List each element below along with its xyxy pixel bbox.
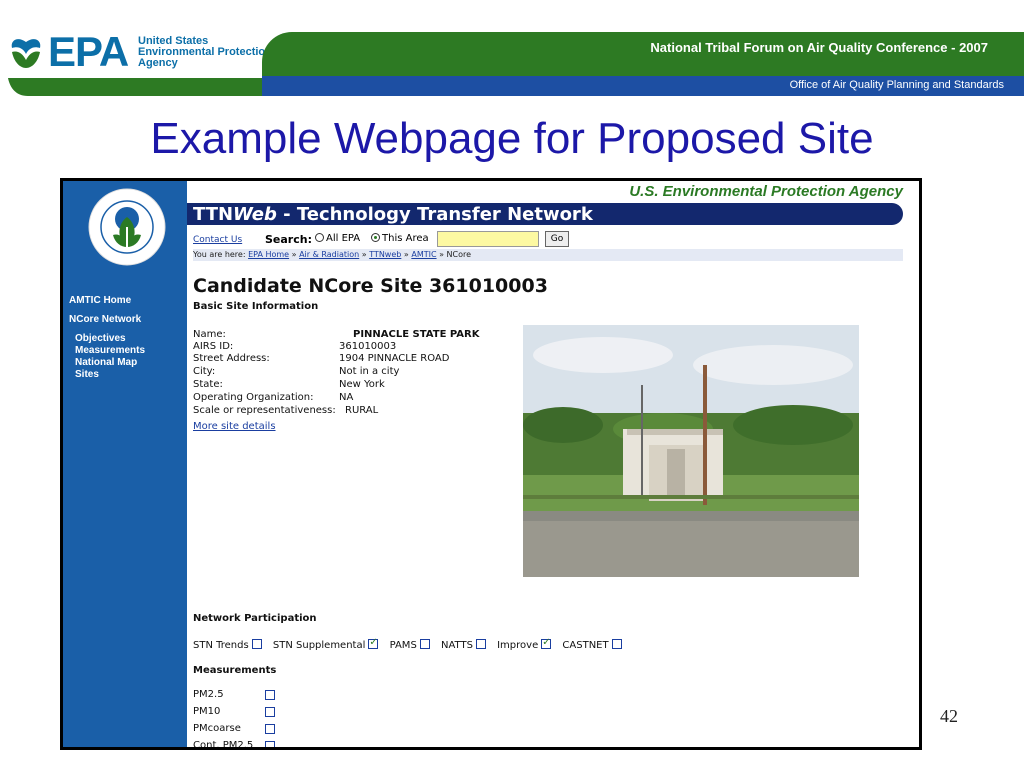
measurements-heading: Measurements bbox=[193, 665, 277, 676]
breadcrumb-amtic[interactable]: AMTIC bbox=[411, 250, 436, 259]
more-site-details-link[interactable]: More site details bbox=[193, 421, 276, 432]
header-swoosh bbox=[8, 78, 264, 96]
network-castnet-label: CASTNET bbox=[562, 640, 609, 651]
network-improve-label: Improve bbox=[497, 640, 539, 651]
value-name: PINNACLE STATE PARK bbox=[353, 329, 480, 340]
checkbox-stn-trends[interactable] bbox=[251, 639, 262, 649]
sidebar-item-measurements[interactable]: Measurements bbox=[75, 345, 145, 357]
label-name: Name: bbox=[193, 329, 226, 340]
measurement-pm10-label: PM10 bbox=[193, 706, 221, 717]
sidebar-item-national-map[interactable]: National Map bbox=[75, 357, 137, 369]
checkbox-pams[interactable] bbox=[419, 639, 430, 649]
label-street: Street Address: bbox=[193, 353, 270, 364]
checkbox-improve[interactable] bbox=[541, 637, 552, 649]
value-street: 1904 PINNACLE ROAD bbox=[339, 353, 450, 364]
ttn-web: Web bbox=[233, 204, 277, 225]
search-row: Contact Us Search: All EPA This Area Go bbox=[193, 231, 903, 249]
measurement-pm10: PM10 bbox=[193, 706, 283, 717]
ttn-title: TTNWeb - Technology Transfer Network bbox=[193, 204, 593, 225]
epa-seal-icon bbox=[88, 188, 166, 266]
search-all-epa-option[interactable]: All EPA bbox=[315, 233, 360, 244]
value-scale: RURAL bbox=[345, 405, 379, 416]
search-area-label: This Area bbox=[382, 233, 429, 244]
checkbox-castnet[interactable] bbox=[611, 639, 622, 649]
conference-banner: National Tribal Forum on Air Quality Con… bbox=[262, 32, 1024, 76]
agency-line-3: Agency bbox=[138, 57, 178, 69]
label-city: City: bbox=[193, 366, 216, 377]
search-input[interactable] bbox=[437, 231, 539, 247]
network-participation-row: STN Trends STN Supplemental PAMS NATTS I… bbox=[193, 637, 893, 651]
page-number: 42 bbox=[940, 706, 958, 726]
value-state: New York bbox=[339, 379, 385, 390]
network-natts-label: NATTS bbox=[440, 640, 473, 651]
epa-logo-letters: EPA bbox=[48, 28, 129, 75]
network-stn-trends-label: STN Trends bbox=[193, 640, 249, 651]
conference-title: National Tribal Forum on Air Quality Con… bbox=[650, 40, 988, 55]
radio-selected-icon[interactable] bbox=[371, 233, 380, 242]
label-state: State: bbox=[193, 379, 223, 390]
measurement-pm25-label: PM2.5 bbox=[193, 689, 224, 700]
checkbox-stn-supplemental[interactable] bbox=[368, 637, 379, 649]
measurement-pmcoarse-label: PMcoarse bbox=[193, 723, 241, 734]
search-label: Search: bbox=[265, 233, 312, 246]
network-stn-supplemental-label: STN Supplemental bbox=[272, 640, 366, 651]
basic-info-heading: Basic Site Information bbox=[193, 301, 319, 312]
checkbox-pm10[interactable] bbox=[265, 707, 275, 717]
label-airs-id: AIRS ID: bbox=[193, 341, 234, 352]
breadcrumb-epa-home[interactable]: EPA Home bbox=[248, 250, 289, 259]
checkbox-pmcoarse[interactable] bbox=[265, 724, 275, 734]
network-pams-label: PAMS bbox=[389, 640, 417, 651]
value-airs-id: 361010003 bbox=[339, 341, 397, 352]
ttn-prefix: TTN bbox=[193, 204, 234, 225]
checkbox-cont-pm25[interactable] bbox=[265, 741, 275, 747]
label-operating-org: Operating Organization: bbox=[193, 392, 314, 403]
slide: EPA United States Environmental Protecti… bbox=[0, 0, 1024, 768]
label-scale: Scale or representativeness: bbox=[193, 405, 336, 416]
measurement-pmcoarse: PMcoarse bbox=[193, 723, 283, 734]
contact-us-link[interactable]: Contact Us bbox=[193, 235, 242, 245]
site-photo bbox=[523, 325, 859, 577]
search-all-label: All EPA bbox=[326, 233, 361, 244]
ttn-suffix: - Technology Transfer Network bbox=[276, 204, 593, 225]
sidebar-amtic-home[interactable]: AMTIC Home bbox=[69, 295, 131, 306]
checkbox-pm25[interactable] bbox=[265, 690, 275, 700]
epa-flower-icon bbox=[11, 39, 41, 68]
measurement-cont-pm25-label: Cont. PM2.5 bbox=[193, 740, 254, 750]
breadcrumb-current: NCore bbox=[446, 250, 472, 259]
go-button[interactable]: Go bbox=[545, 231, 569, 247]
breadcrumb-air-radiation[interactable]: Air & Radiation bbox=[299, 250, 359, 259]
sidebar-item-objectives[interactable]: Objectives bbox=[75, 333, 126, 345]
epa-logo[interactable]: EPA United States Environmental Protecti… bbox=[8, 28, 278, 75]
agency-banner[interactable]: U.S. Environmental Protection Agency bbox=[187, 183, 903, 200]
breadcrumb-ttnweb[interactable]: TTNweb bbox=[369, 250, 401, 259]
sidebar-item-sites[interactable]: Sites bbox=[75, 369, 99, 381]
page-title: Candidate NCore Site 361010003 bbox=[193, 275, 548, 297]
value-city: Not in a city bbox=[339, 366, 400, 377]
slide-title: Example Webpage for Proposed Site bbox=[150, 114, 874, 163]
breadcrumb: You are here: EPA Home » Air & Radiation… bbox=[193, 249, 903, 261]
measurement-pm25: PM2.5 bbox=[193, 689, 283, 700]
measurement-cont-pm25: Cont. PM2.5 bbox=[193, 740, 283, 750]
sidebar: AMTIC Home NCore Network Objectives Meas… bbox=[63, 181, 187, 747]
value-operating-org: NA bbox=[339, 392, 354, 403]
sidebar-ncore-network[interactable]: NCore Network bbox=[69, 314, 141, 325]
epa-agency-name: United States Environmental Protection A… bbox=[138, 36, 272, 69]
webpage-screenshot: AMTIC Home NCore Network Objectives Meas… bbox=[60, 178, 922, 750]
checkbox-natts[interactable] bbox=[475, 639, 486, 649]
office-title: Office of Air Quality Planning and Stand… bbox=[789, 79, 1004, 91]
radio-icon[interactable] bbox=[315, 233, 324, 242]
search-this-area-option[interactable]: This Area bbox=[371, 233, 429, 244]
office-banner: Office of Air Quality Planning and Stand… bbox=[262, 76, 1024, 96]
breadcrumb-prefix: You are here: bbox=[193, 250, 249, 259]
network-heading: Network Participation bbox=[193, 613, 317, 624]
ttn-title-bar: TTNWeb - Technology Transfer Network bbox=[187, 203, 903, 225]
